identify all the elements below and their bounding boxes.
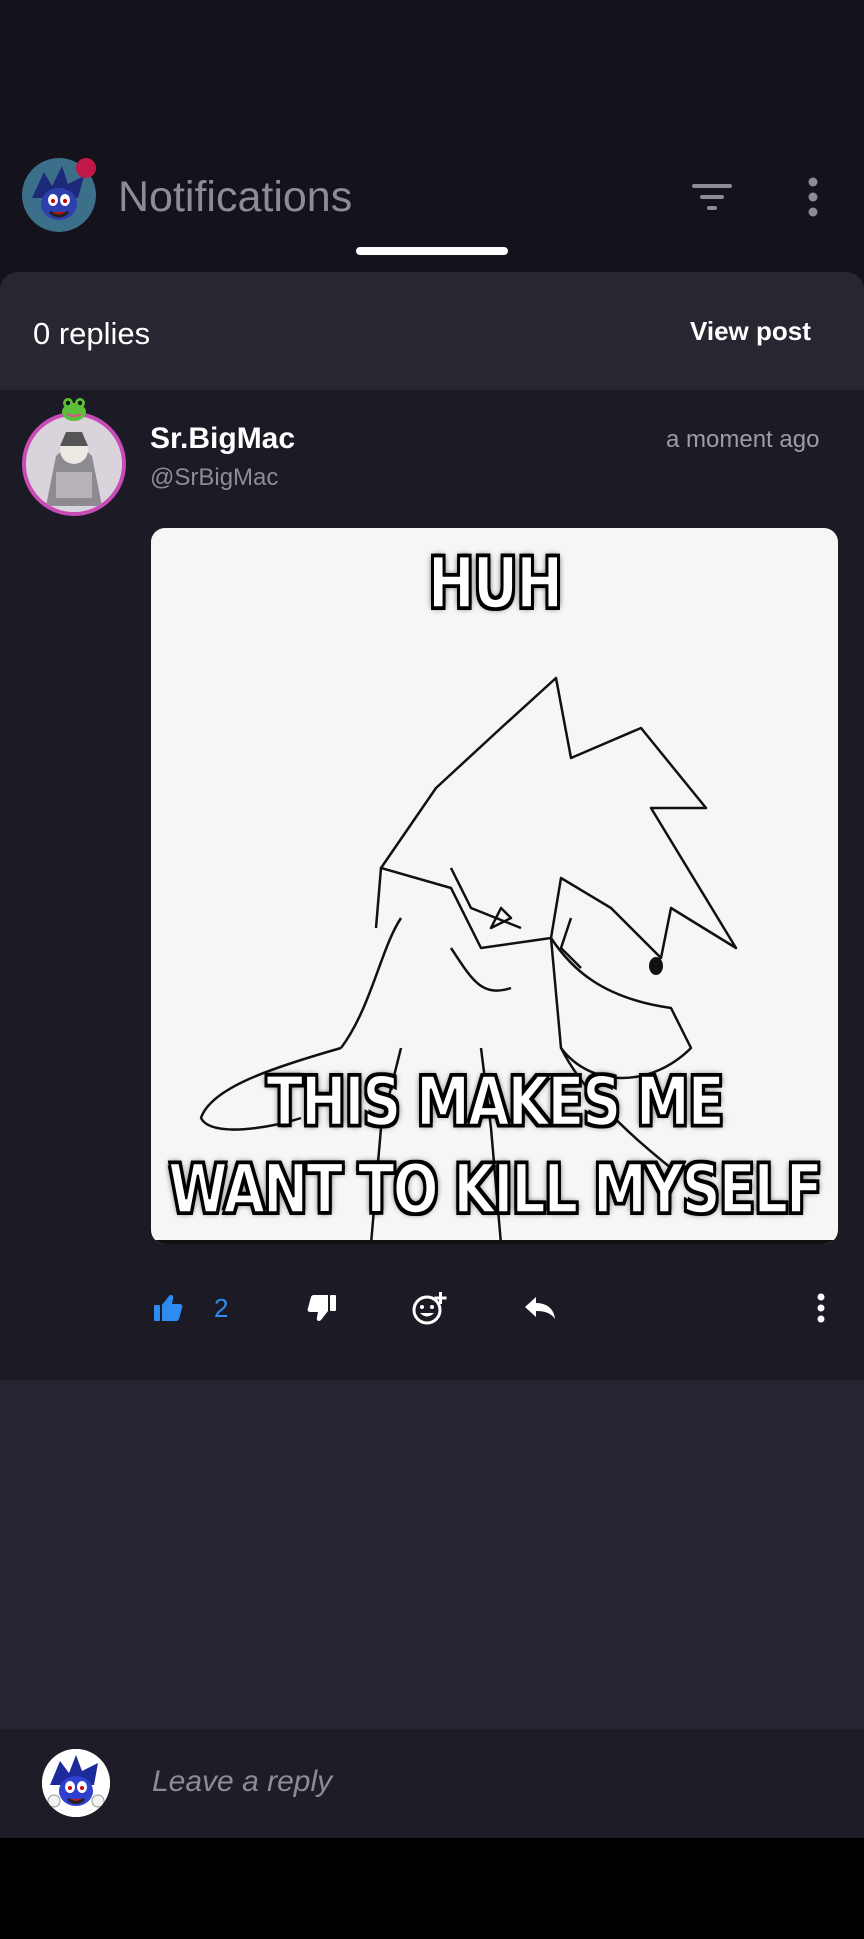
replies-count: 0 replies — [33, 316, 151, 351]
more-options-icon[interactable] — [808, 1278, 834, 1338]
author-avatar[interactable] — [22, 412, 126, 516]
post-timestamp: a moment ago — [666, 426, 820, 453]
meme-top-text: HUH — [427, 543, 564, 627]
reply-icon[interactable] — [519, 1278, 561, 1338]
meme-bottom-text: THIS MAKES ME WANT TO KILL MYSELF — [151, 1059, 838, 1234]
reply-bar: Leave a reply — [0, 1729, 864, 1837]
meme-bottom-line-2: WANT TO KILL MYSELF — [167, 1149, 824, 1230]
replies-bar: 0 replies View post — [0, 272, 864, 390]
hedgehog-avatar-icon — [42, 1749, 110, 1817]
add-reaction-icon[interactable] — [408, 1278, 452, 1338]
author-avatar-image — [26, 416, 122, 512]
like-count: 2 — [214, 1293, 229, 1323]
notification-dot — [76, 158, 96, 178]
sheet-drag-handle[interactable] — [356, 247, 508, 255]
thumbs-down-icon[interactable] — [302, 1278, 342, 1338]
navigation-bar-area — [0, 1838, 864, 1939]
frog-badge-icon — [60, 396, 88, 422]
page-title: Notifications — [118, 173, 353, 221]
post-sheet: 0 replies View post Sr.BigMac @SrBigMac … — [0, 272, 864, 1939]
thumbs-up-icon[interactable] — [148, 1278, 188, 1338]
post-card: Sr.BigMac @SrBigMac a moment ago HUH THI… — [0, 390, 864, 1380]
view-post-button[interactable]: View post — [690, 316, 811, 347]
media-progress-bar[interactable] — [151, 1240, 838, 1244]
post-actions: 2 — [0, 1278, 864, 1338]
post-image[interactable]: HUH THIS MAKES ME WANT TO KILL MYSELF — [151, 528, 838, 1244]
more-options-icon[interactable] — [800, 176, 826, 218]
current-user-avatar[interactable] — [42, 1749, 110, 1817]
filter-icon[interactable] — [690, 180, 734, 214]
author-handle: @SrBigMac — [150, 464, 279, 491]
meme-bottom-line-1: THIS MAKES ME — [265, 1061, 725, 1142]
author-name[interactable]: Sr.BigMac — [150, 422, 295, 456]
reply-input[interactable]: Leave a reply — [152, 1765, 332, 1799]
